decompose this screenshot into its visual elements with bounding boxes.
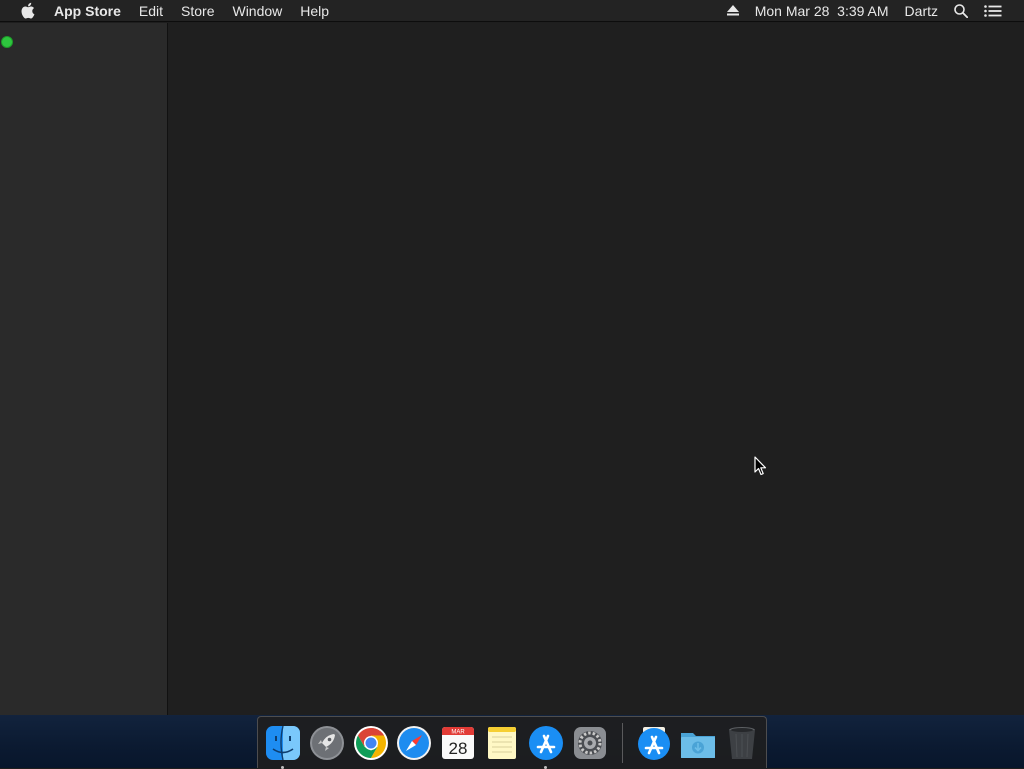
clock[interactable]: Mon Mar 28 3:39 AM xyxy=(747,0,897,22)
menu-bar-left: App Store Edit Store Window Help xyxy=(0,0,338,22)
menu-help[interactable]: Help xyxy=(291,0,338,22)
menu-window[interactable]: Window xyxy=(223,0,291,22)
dock-separator xyxy=(621,722,623,763)
dock-notes[interactable] xyxy=(482,723,522,763)
dock-downloads-folder[interactable] xyxy=(678,723,718,763)
dock-system-preferences[interactable] xyxy=(570,723,610,763)
app-store-window xyxy=(0,23,1024,715)
spotlight-search-icon[interactable] xyxy=(946,0,976,22)
dock-launchpad[interactable] xyxy=(307,723,347,763)
gear-icon xyxy=(573,726,606,759)
notes-icon xyxy=(487,726,516,759)
launchpad-rocket-icon xyxy=(309,725,344,760)
dock-stack-app-store[interactable] xyxy=(635,723,675,763)
dock-safari[interactable] xyxy=(394,723,434,763)
calendar-day-label: 28 xyxy=(449,739,468,758)
dock-chrome[interactable] xyxy=(351,723,391,763)
mouse-cursor-icon xyxy=(754,456,768,476)
eject-icon[interactable] xyxy=(719,0,747,22)
menu-app-name[interactable]: App Store xyxy=(54,0,130,22)
trash-icon xyxy=(729,726,756,759)
dock-calendar[interactable]: MAR 28 xyxy=(438,723,478,763)
menu-store[interactable]: Store xyxy=(172,0,223,22)
app-store-icon xyxy=(638,726,671,760)
dock-finder[interactable] xyxy=(263,723,303,769)
notification-center-icon[interactable] xyxy=(976,0,1010,22)
app-store-icon xyxy=(528,725,563,760)
safari-compass-icon xyxy=(397,725,432,760)
user-menu[interactable]: Dartz xyxy=(897,0,946,22)
menu-bar-right: Mon Mar 28 3:39 AM Dartz xyxy=(719,0,1024,22)
dock-trash[interactable] xyxy=(722,723,762,763)
menu-bar: App Store Edit Store Window Help Mon Mar… xyxy=(0,0,1024,22)
maximize-button[interactable] xyxy=(1,36,13,48)
apple-icon[interactable] xyxy=(20,2,36,20)
dock-app-store[interactable] xyxy=(526,723,566,769)
sidebar xyxy=(0,23,168,715)
dock: MAR 28 xyxy=(257,716,767,769)
chrome-icon xyxy=(353,725,388,760)
finder-icon xyxy=(265,725,300,760)
downloads-folder-icon xyxy=(681,732,716,758)
calendar-icon: MAR 28 xyxy=(442,726,475,759)
running-indicator xyxy=(543,765,547,769)
running-indicator xyxy=(281,765,284,769)
main-content xyxy=(169,23,1024,715)
calendar-month-label: MAR xyxy=(451,729,465,735)
menu-edit[interactable]: Edit xyxy=(130,0,172,22)
